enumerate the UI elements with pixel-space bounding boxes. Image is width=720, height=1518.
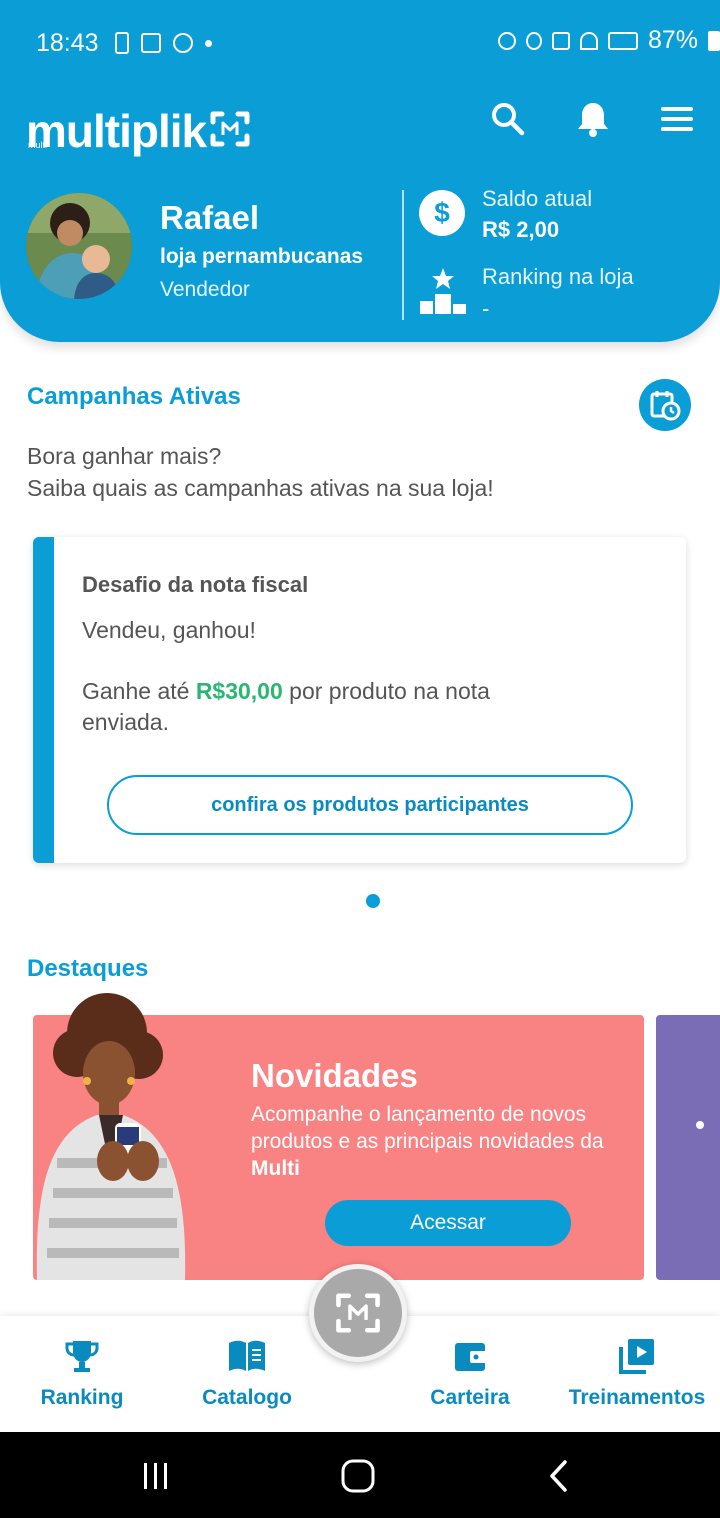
trophy-icon [62,1336,102,1376]
scan-button[interactable] [309,1264,407,1362]
video-library-icon [617,1336,657,1376]
user-role: Vendedor [160,278,250,301]
campaign-intro: Bora ganhar mais? Saiba quais as campanh… [27,440,494,504]
status-bar: 18:43 87% [36,26,720,60]
app-logo: multiplik multi [26,94,250,154]
novidades-banner[interactable]: Novidades Acompanhe o lançamento de novo… [33,993,644,1280]
campaign-title: Desafio da nota fiscal [82,572,309,597]
highlights-title: Destaques [27,955,149,982]
access-button[interactable]: Acessar [325,1200,571,1246]
campaign-intro-line1: Bora ganhar mais? [27,443,222,469]
gallery-icon [140,33,161,53]
app-screen: 18:43 87% multiplik multi Rafael loja pe… [0,0,720,1518]
woman-with-phone-illustration [36,993,186,1280]
next-banner-peek[interactable] [656,1015,720,1280]
avatar[interactable] [26,193,132,299]
campaign-description: Ganhe até R$30,00 por produto na nota en… [82,676,532,738]
wifi-icon [579,31,598,50]
back-button[interactable] [538,1454,582,1498]
logo-scan-icon [210,111,250,147]
view-participating-products-button[interactable]: confira os produtos participantes [107,775,633,835]
search-icon [492,103,525,136]
more-notifications-icon [204,39,212,47]
balance-value: R$ 2,00 [482,217,560,242]
podium-icon [420,268,466,314]
signal-icon [607,31,638,50]
logo-subtext: multi [28,140,48,150]
ranking-label: Ranking na loja [482,264,634,289]
campaign-intro-line2: Saiba quais as campanhas ativas na sua l… [27,475,494,501]
nav-item-catalogo[interactable]: Catalogo [180,1316,314,1432]
home-icon [341,1459,375,1493]
scan-icon [336,1293,380,1333]
sim-icon [114,32,129,54]
banner-description: Acompanhe o lançamento de novos produtos… [251,1101,631,1182]
campaigns-title: Campanhas Ativas [27,383,241,410]
status-time: 18:43 [36,28,99,57]
battery-icon [708,30,720,51]
bluetooth-icon [525,31,542,50]
header: 18:43 87% multiplik multi Rafael loja pe… [0,0,720,342]
carousel-page-indicator[interactable] [366,894,380,908]
book-icon [227,1336,267,1376]
campaign-reward-amount: R$30,00 [195,678,283,704]
user-name: Rafael [160,199,260,236]
calendar-clock-icon [650,391,681,421]
logo-text: multiplik [26,105,207,157]
home-button[interactable] [336,1454,380,1498]
nav-label-treinamentos: Treinamentos [568,1386,706,1409]
nav-label-catalogo: Catalogo [202,1386,292,1409]
search-button[interactable] [487,98,529,140]
battery-percent: 87% [647,26,698,54]
balance-label: Saldo atual [482,186,593,211]
next-banner-dot [696,1121,704,1129]
recent-apps-button[interactable] [134,1454,178,1498]
campaign-card[interactable]: Desafio da nota fiscal Vendeu, ganhou! G… [33,537,686,863]
campaign-card-accent [33,537,54,863]
nav-label-ranking: Ranking [40,1386,124,1409]
nav-label-carteira: Carteira [430,1386,510,1409]
wallet-icon [450,1336,490,1376]
campaign-subtitle: Vendeu, ganhou! [82,617,256,643]
hamburger-menu-icon [661,107,693,131]
accessibility-icon [172,33,193,53]
avatar-photo [26,193,132,299]
nav-item-ranking[interactable]: Ranking [20,1316,144,1432]
back-icon [550,1460,567,1492]
header-divider [402,190,404,320]
system-navigation-bar [0,1432,720,1518]
user-store: loja pernambucanas [160,245,364,268]
status-system-icons: 87% [497,26,720,55]
menu-button[interactable] [656,98,698,140]
notifications-button[interactable] [572,98,614,140]
bell-icon [578,103,608,137]
recent-apps-icon [144,1463,167,1489]
status-notification-icons [114,32,212,54]
campaign-history-button[interactable] [639,379,691,431]
campaign-desc-prefix: Ganhe até [82,678,196,704]
banner-desc-brand: Multi [251,1157,300,1180]
nav-item-treinamentos[interactable]: Treinamentos [560,1316,714,1432]
banner-title: Novidades [251,1057,418,1094]
alarm-icon [497,31,516,50]
banner-desc-prefix: Acompanhe o lançamento de novos produtos… [251,1103,604,1153]
ranking-value: - [482,296,490,321]
mute-icon [551,31,570,50]
dollar-icon: $ [419,190,465,236]
nav-item-carteira[interactable]: Carteira [410,1316,530,1432]
